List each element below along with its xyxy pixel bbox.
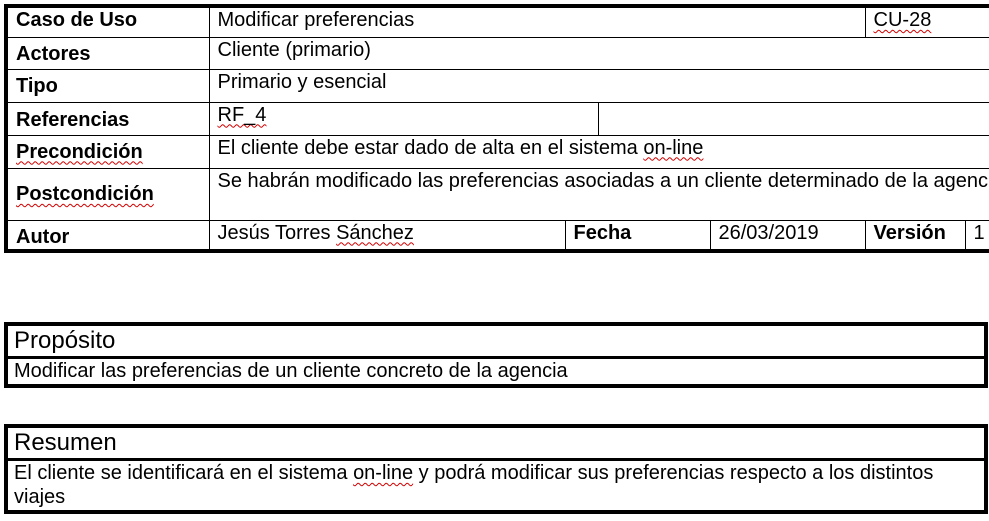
purpose-text: Modificar las preferencias de un cliente… — [5, 357, 987, 386]
label-version: Versión — [864, 219, 966, 252]
summary-text: El cliente se identificará en el sistema… — [5, 459, 987, 512]
summary-table: Resumen El cliente se identificará en el… — [4, 424, 988, 514]
postcondicion-value: Se habrán modificado las preferencias as… — [208, 167, 989, 221]
label-actores: Actores — [5, 36, 210, 70]
label-caso-de-uso: Caso de Uso — [5, 5, 210, 38]
use-case-table: Caso de Uso Modificar preferencias CU-28… — [4, 4, 989, 253]
fecha-value: 26/03/2019 — [709, 219, 866, 252]
version-value: 1 — [964, 219, 989, 252]
label-autor: Autor — [5, 219, 210, 252]
tipo-value: Primario y esencial — [208, 68, 989, 103]
referencias-value: RF_4 — [208, 101, 599, 136]
label-tipo: Tipo — [5, 68, 210, 103]
use-case-code: CU-28 — [864, 5, 989, 38]
purpose-title: Propósito — [5, 323, 987, 359]
precondicion-value: El cliente debe estar dado de alta en el… — [208, 134, 989, 169]
referencias-extra — [597, 101, 989, 136]
actores-value: Cliente (primario) — [208, 36, 989, 70]
autor-value: Jesús Torres Sánchez — [208, 219, 566, 252]
label-referencias: Referencias — [5, 101, 210, 136]
use-case-name: Modificar preferencias — [208, 5, 866, 38]
label-postcondicion: Postcondición — [5, 167, 210, 221]
purpose-table: Propósito Modificar las preferencias de … — [4, 322, 988, 388]
summary-title: Resumen — [5, 425, 987, 461]
label-fecha: Fecha — [564, 219, 711, 252]
label-precondicion: Precondición — [5, 134, 210, 169]
